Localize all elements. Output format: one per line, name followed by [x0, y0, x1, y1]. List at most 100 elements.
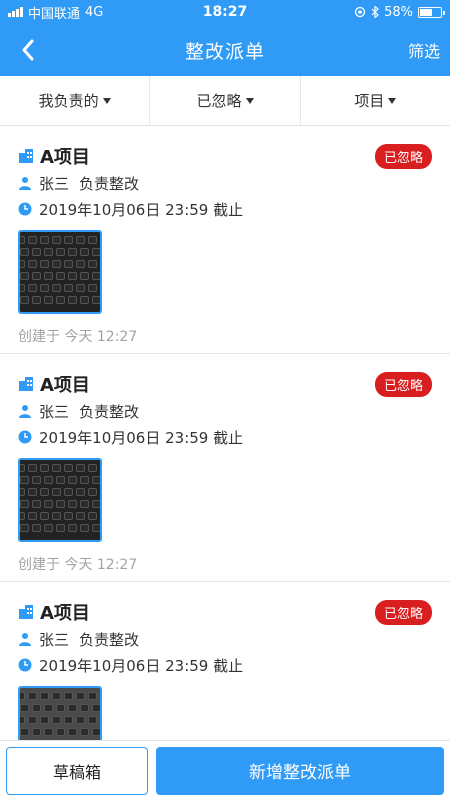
tab-ignored[interactable]: 已忽略 [150, 76, 301, 125]
photo-thumbnail[interactable] [18, 458, 102, 542]
orientation-lock-icon [354, 6, 366, 18]
keyboard-key-shape [20, 512, 25, 520]
keyboard-key-shape [20, 260, 25, 268]
keyboard-key-shape [76, 284, 85, 292]
keyboard-key-shape [32, 728, 41, 736]
keyboard-key-shape [40, 464, 49, 472]
bottom-action-bar: 草稿箱 新增整改派单 [0, 740, 450, 800]
keyboard-key-shape [28, 692, 37, 700]
tab-label: 已忽略 [196, 92, 242, 110]
tab-label: 我负责的 [38, 92, 99, 110]
keyboard-key-shape [88, 284, 97, 292]
keyboard-key-shape [92, 476, 100, 484]
caret-down-icon [102, 97, 111, 104]
keyboard-key-shape [68, 728, 77, 736]
photo-thumbnail[interactable] [18, 230, 102, 314]
keyboard-key-shape [88, 716, 97, 724]
keyboard-key-shape [32, 296, 41, 304]
keyboard-key-shape [44, 272, 53, 280]
keyboard-key-shape [40, 692, 49, 700]
keyboard-key-shape [20, 524, 29, 532]
keyboard-key-shape [32, 500, 41, 508]
keyboard-key-shape [28, 512, 37, 520]
keyboard-key-shape [52, 716, 61, 724]
keyboard-key-shape [80, 296, 89, 304]
tab-label: 项目 [354, 92, 385, 110]
person-icon [19, 633, 31, 646]
project-name: A项目 [40, 603, 90, 624]
keyboard-key-shape [32, 476, 41, 484]
list-item[interactable]: A项目 已忽略 张三 负责整改 2019年10月06日 23:59 截止 创建于… [0, 354, 450, 582]
tab-project[interactable]: 项目 [301, 76, 450, 125]
task-label: 负责整改 [79, 402, 140, 421]
keyboard-key-shape [44, 476, 53, 484]
filter-tabs: 我负责的 已忽略 项目 [0, 76, 450, 126]
keyboard-key-shape [28, 488, 37, 496]
keyboard-key-shape [76, 236, 85, 244]
keyboard-key-shape [32, 524, 41, 532]
back-button[interactable] [12, 34, 44, 66]
keyboard-key-shape [20, 272, 29, 280]
keyboard-key-shape [68, 272, 77, 280]
building-icon [19, 149, 33, 163]
caret-down-icon [388, 97, 397, 104]
keyboard-key-shape [80, 272, 89, 280]
assignee-name: 张三 [39, 402, 70, 421]
keyboard-key-shape [32, 248, 41, 256]
person-icon [19, 405, 31, 418]
keyboard-key-shape [40, 512, 49, 520]
battery-icon [418, 6, 445, 18]
keyboard-key-shape [56, 728, 65, 736]
keyboard-key-shape [56, 296, 65, 304]
created-time: 创建于 今天 12:27 [18, 557, 138, 573]
created-time: 创建于 今天 12:27 [18, 329, 138, 345]
status-badge: 已忽略 [374, 600, 432, 625]
keyboard-key-shape [56, 500, 65, 508]
keyboard-key-shape [64, 284, 73, 292]
keyboard-key-shape [20, 488, 25, 496]
bluetooth-icon [371, 6, 379, 18]
keyboard-key-shape [40, 488, 49, 496]
keyboard-key-shape [76, 488, 85, 496]
keyboard-key-shape [76, 260, 85, 268]
keyboard-key-shape [88, 512, 97, 520]
keyboard-key-shape [64, 716, 73, 724]
keyboard-key-shape [88, 464, 97, 472]
drafts-button[interactable]: 草稿箱 [6, 746, 148, 795]
keyboard-key-shape [40, 260, 49, 268]
keyboard-key-shape [20, 500, 29, 508]
new-dispatch-button[interactable]: 新增整改派单 [156, 746, 444, 795]
keyboard-key-shape [76, 692, 85, 700]
keyboard-key-shape [20, 284, 25, 292]
keyboard-key-shape [68, 524, 77, 532]
keyboard-key-shape [32, 704, 41, 712]
photo-thumbnail[interactable] [18, 686, 102, 740]
assignee-name: 张三 [39, 630, 70, 649]
keyboard-key-shape [52, 488, 61, 496]
project-name: A项目 [40, 375, 90, 396]
keyboard-key-shape [68, 476, 77, 484]
tab-my-responsible[interactable]: 我负责的 [0, 76, 151, 125]
filter-button[interactable]: 筛选 [408, 38, 440, 62]
keyboard-key-shape [80, 500, 89, 508]
list-item[interactable]: A项目 已忽略 张三 负责整改 2019年10月06日 23:59 截止 创建于… [0, 126, 450, 354]
list-item[interactable]: A项目 已忽略 张三 负责整改 2019年10月06日 23:59 截止 [0, 582, 450, 740]
keyboard-key-shape [80, 704, 89, 712]
page-title: 整改派单 [184, 40, 265, 63]
keyboard-key-shape [52, 236, 61, 244]
keyboard-key-shape [64, 236, 73, 244]
keyboard-key-shape [44, 248, 53, 256]
keyboard-key-shape [64, 512, 73, 520]
keyboard-key-shape [76, 716, 85, 724]
keyboard-key-shape [52, 284, 61, 292]
keyboard-key-shape [92, 500, 100, 508]
keyboard-key-shape [80, 248, 89, 256]
deadline-text: 2019年10月06日 23:59 截止 [39, 656, 244, 675]
clock-icon [18, 658, 32, 672]
keyboard-key-shape [64, 464, 73, 472]
clock-icon [18, 202, 32, 216]
signal-icon [8, 7, 23, 17]
keyboard-key-shape [68, 500, 77, 508]
keyboard-key-shape [88, 692, 97, 700]
keyboard-key-shape [92, 272, 100, 280]
